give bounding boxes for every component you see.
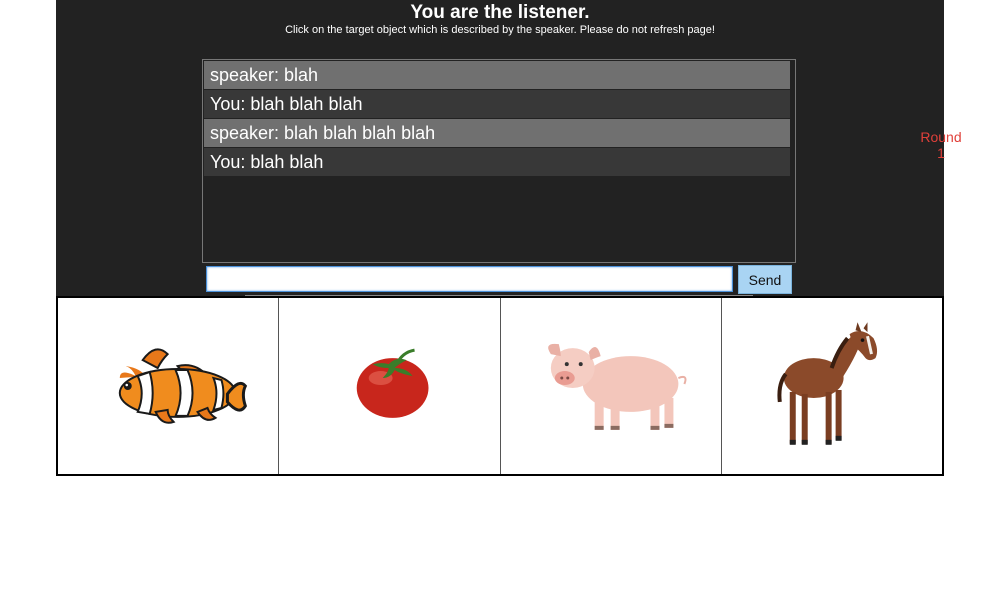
instructions-text: Click on the target object which is desc…: [285, 24, 715, 36]
chat-input[interactable]: [206, 266, 733, 292]
round-indicator: Round 1: [912, 129, 970, 161]
object-cell-pig[interactable]: [501, 298, 722, 474]
round-label: Round: [920, 129, 962, 145]
clownfish-image: [118, 348, 248, 424]
chat-message-you: You: blah blah blah: [204, 90, 790, 118]
horse-image: [777, 322, 877, 445]
game-panel: You are the listener. Click on the targe…: [56, 0, 962, 297]
tomato-image: [356, 348, 429, 418]
send-button[interactable]: Send: [738, 265, 792, 294]
object-cell-horse[interactable]: [722, 298, 942, 474]
chat-log[interactable]: speaker: blah You: blah blah blah speake…: [202, 59, 796, 263]
chat-message-speaker: speaker: blah: [204, 61, 790, 89]
chat-message-you: You: blah blah: [204, 148, 790, 176]
round-number: 1: [937, 145, 945, 161]
page-title: You are the listener.: [410, 2, 590, 23]
pig-image: [547, 343, 686, 430]
object-cell-clownfish[interactable]: [58, 298, 280, 474]
object-grid: [56, 296, 944, 476]
chat-message-speaker: speaker: blah blah blah blah: [204, 119, 790, 147]
object-cell-tomato[interactable]: [279, 298, 501, 474]
